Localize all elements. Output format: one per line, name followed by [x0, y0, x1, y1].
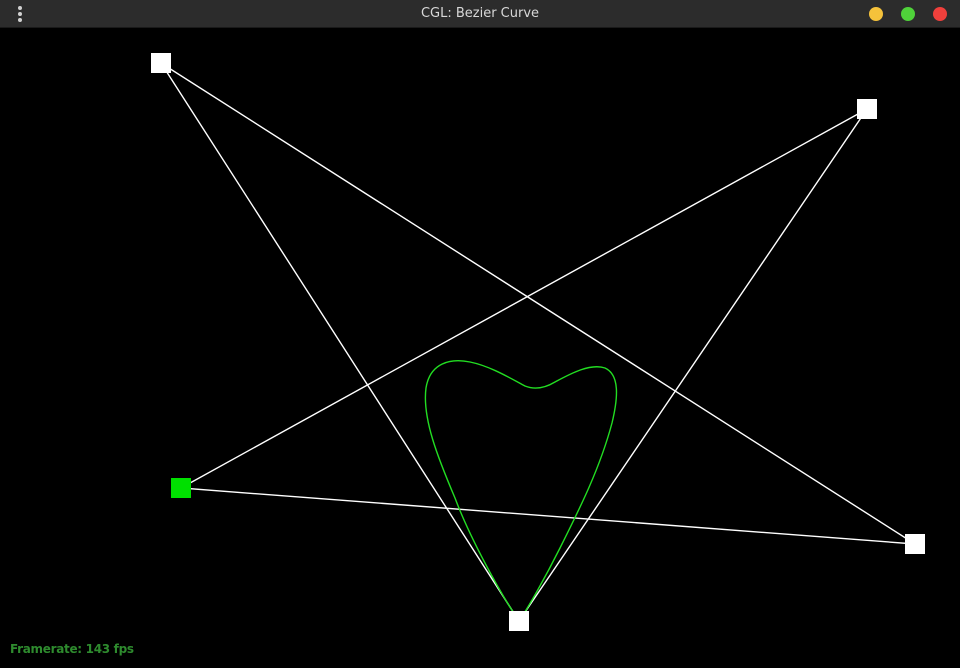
maximize-button[interactable] [901, 7, 915, 21]
bezier-curve [424, 360, 618, 623]
control-polygon [160, 62, 916, 623]
control-point-2[interactable] [509, 611, 529, 631]
control-point-selected[interactable] [171, 478, 191, 498]
control-point-3[interactable] [857, 99, 877, 119]
minimize-button[interactable] [869, 7, 883, 21]
vertical-dots-menu-icon[interactable] [14, 5, 26, 23]
title-bar: CGL: Bezier Curve [0, 0, 960, 28]
close-button[interactable] [933, 7, 947, 21]
window-title: CGL: Bezier Curve [420, 6, 540, 21]
framerate-readout: Framerate: 143 fps [10, 642, 134, 656]
control-point-1[interactable] [151, 53, 171, 73]
render-canvas[interactable] [0, 28, 960, 668]
control-point-5[interactable] [905, 534, 925, 554]
bezier-scene [151, 53, 925, 631]
